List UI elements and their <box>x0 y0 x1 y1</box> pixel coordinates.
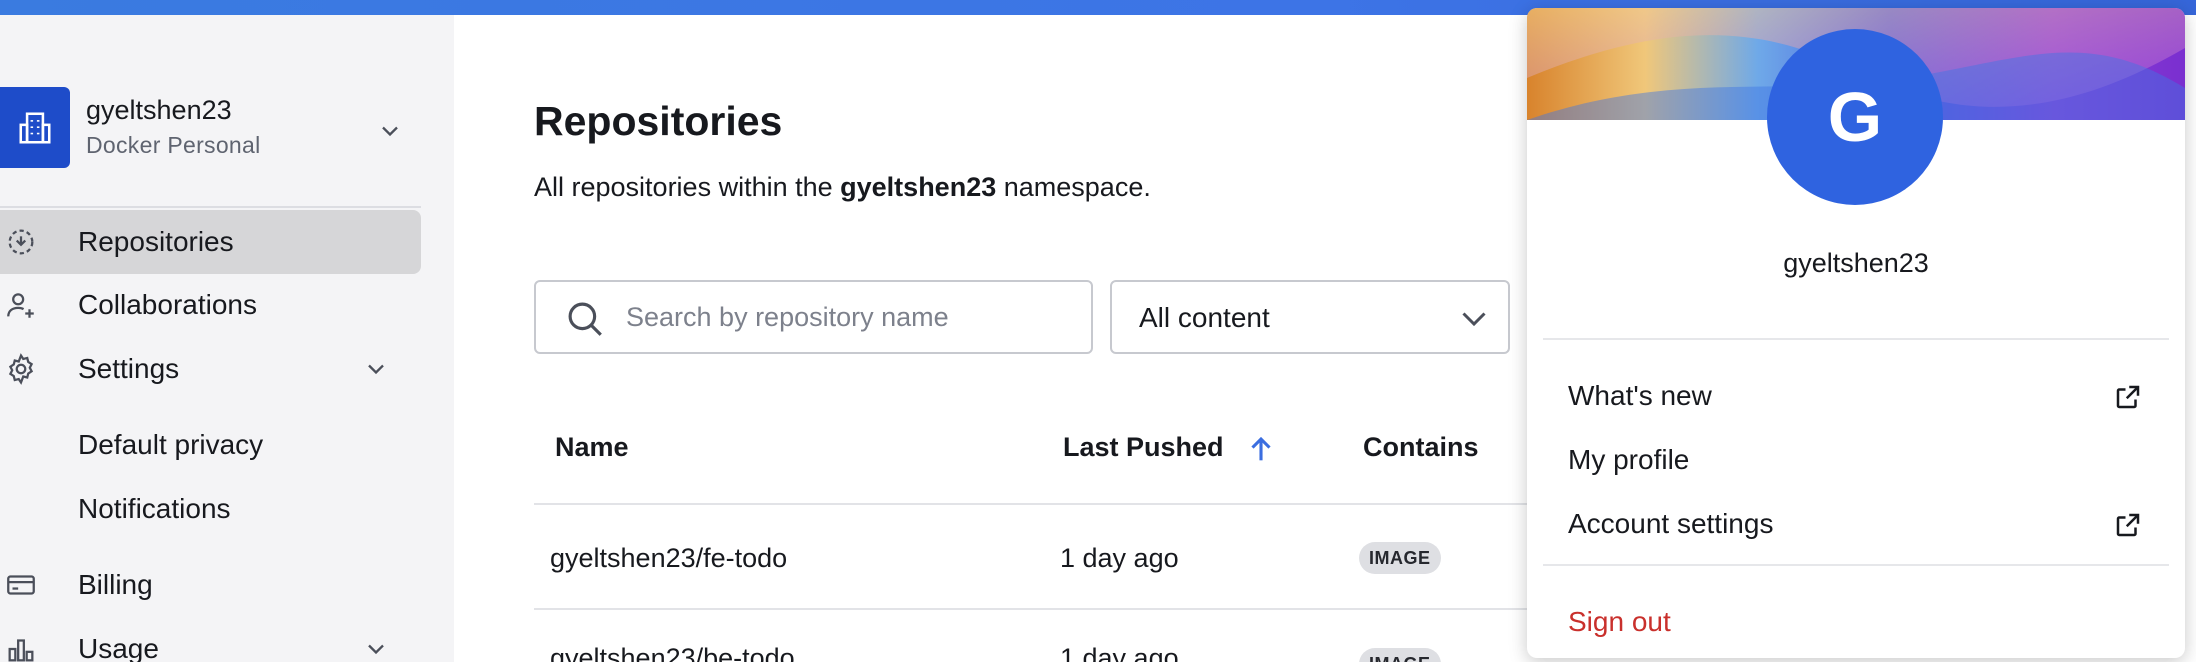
menu-item-sign-out[interactable]: Sign out <box>1527 592 2185 652</box>
description-prefix: All repositories within the <box>534 172 833 202</box>
profile-menu: G gyeltshen23 What's new My profile Acco… <box>1527 8 2185 658</box>
search-icon <box>568 302 602 336</box>
chevron-down-icon[interactable] <box>376 117 404 145</box>
org-switcher[interactable]: gyeltshen23 Docker Personal <box>0 87 454 199</box>
chevron-down-icon <box>1462 312 1486 327</box>
organization-icon <box>0 87 70 168</box>
credit-card-icon <box>7 575 35 595</box>
sidebar-item-label: Collaborations <box>78 289 257 320</box>
namespace-name: gyeltshen23 <box>840 172 997 202</box>
column-header-name[interactable]: Name <box>555 432 629 463</box>
repo-name[interactable]: gyeltshen23/be-todo <box>550 643 795 662</box>
table-header-divider <box>534 503 1534 505</box>
content-filter-select[interactable]: All content <box>1110 280 1510 354</box>
org-name: gyeltshen23 <box>86 95 232 125</box>
org-subtitle: Docker Personal <box>86 132 261 158</box>
menu-item-account-settings[interactable]: Account settings <box>1527 494 2185 554</box>
collaborations-icon <box>7 293 34 318</box>
sidebar-item-repositories[interactable]: Repositories <box>0 210 421 274</box>
content-type-badge: IMAGE <box>1359 542 1441 574</box>
search-box <box>534 280 1093 354</box>
chevron-down-icon <box>368 644 384 655</box>
gear-icon <box>8 353 34 385</box>
sidebar-item-settings[interactable]: Settings <box>0 337 421 401</box>
content-filter-value: All content <box>1139 302 1270 333</box>
page-title: Repositories <box>534 98 783 144</box>
sidebar-item-default-privacy[interactable]: Default privacy <box>0 413 421 477</box>
description-suffix: namespace. <box>1003 172 1151 202</box>
sidebar-item-label: Default privacy <box>78 429 264 460</box>
sidebar-item-usage[interactable]: Usage <box>0 617 421 662</box>
menu-item-label: Account settings <box>1568 508 1774 539</box>
last-pushed: 1 day ago <box>1060 643 1179 662</box>
menu-item-my-profile[interactable]: My profile <box>1527 430 2185 490</box>
external-link-icon <box>2116 513 2140 537</box>
menu-item-label: My profile <box>1568 444 1690 475</box>
sidebar-item-billing[interactable]: Billing <box>0 553 421 617</box>
sidebar-item-label: Notifications <box>78 493 231 524</box>
menu-item-label: What's new <box>1568 380 1712 411</box>
sidebar-item-label: Billing <box>78 569 153 600</box>
sidebar-item-label: Usage <box>78 633 159 662</box>
sidebar-item-collaborations[interactable]: Collaborations <box>0 273 421 337</box>
column-header-contains[interactable]: Contains <box>1363 432 1479 463</box>
menu-divider <box>1543 564 2169 566</box>
content-type-badge: IMAGE <box>1359 648 1441 662</box>
page-description: All repositories within the gyeltshen23 … <box>534 172 1151 203</box>
sidebar-divider <box>0 206 421 208</box>
external-link-icon <box>2116 385 2140 409</box>
profile-username: gyeltshen23 <box>1783 248 1929 278</box>
menu-divider <box>1543 338 2169 340</box>
last-pushed: 1 day ago <box>1060 543 1179 573</box>
menu-item-whats-new[interactable]: What's new <box>1527 366 2185 426</box>
sidebar-item-notifications[interactable]: Notifications <box>0 477 421 541</box>
chevron-down-icon <box>368 364 384 375</box>
search-input[interactable] <box>626 282 1066 352</box>
repo-name[interactable]: gyeltshen23/fe-todo <box>550 543 787 574</box>
sidebar: gyeltshen23 Docker Personal Repositories… <box>0 15 454 662</box>
sidebar-item-label: Repositories <box>78 226 234 257</box>
bar-chart-icon <box>8 639 34 662</box>
repository-icon <box>8 229 34 255</box>
sidebar-item-label: Settings <box>78 353 180 384</box>
sign-out-label: Sign out <box>1568 606 1671 637</box>
arrow-up-icon[interactable] <box>1244 432 1278 466</box>
avatar: G <box>1767 29 1943 205</box>
column-header-last-pushed[interactable]: Last Pushed <box>1063 432 1224 463</box>
table-row-divider <box>534 608 1534 610</box>
